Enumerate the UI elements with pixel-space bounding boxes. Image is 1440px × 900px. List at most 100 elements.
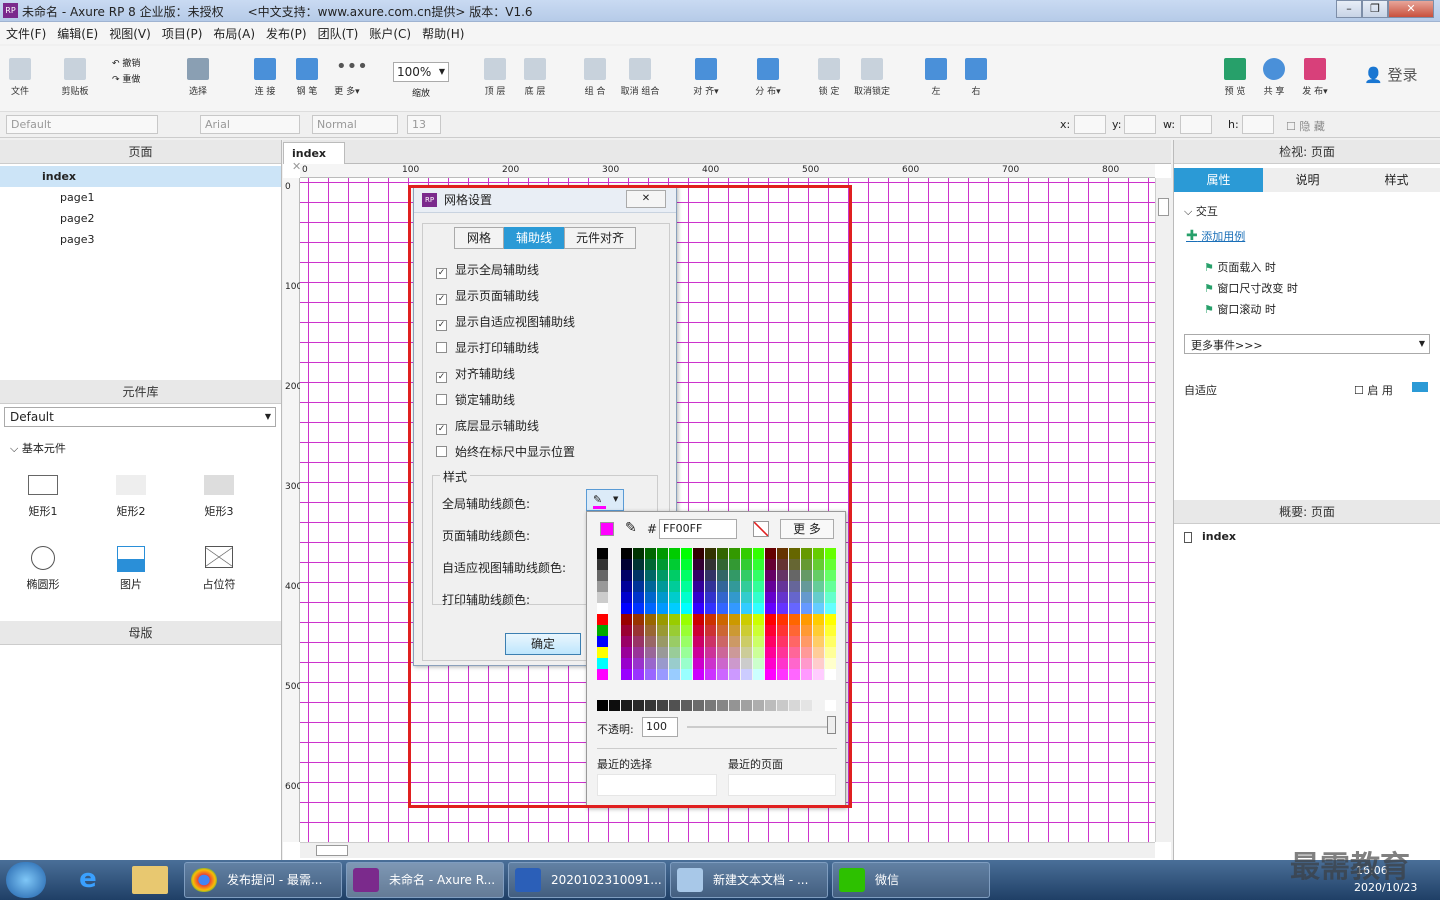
tab-style[interactable]: 样式	[1352, 168, 1440, 192]
menu-file[interactable]: 文件(F)	[0, 22, 51, 42]
file-icon	[9, 58, 31, 80]
page-page2[interactable]: page2	[0, 208, 281, 229]
more-button[interactable]: ••• 更 多▾	[330, 50, 368, 98]
lib-image[interactable]: 图片	[101, 546, 161, 592]
lib-ellipse[interactable]: 椭圆形	[13, 546, 73, 592]
event-page-load[interactable]: ⚑ 页面载入 时	[1204, 259, 1276, 275]
lock-button[interactable]: 锁 定	[814, 50, 844, 97]
adaptive-settings-icon[interactable]	[1412, 382, 1428, 392]
scroll-thumb[interactable]	[316, 845, 348, 856]
ruler-vertical: 0 100 200 300 400 500 600	[283, 178, 302, 842]
tab-notes[interactable]: 说明	[1263, 168, 1352, 192]
send-bottom-icon	[524, 58, 546, 80]
folder-icon[interactable]	[132, 866, 168, 894]
distribute-icon	[757, 58, 779, 80]
watermark: 最需教育	[1290, 850, 1410, 885]
share-button[interactable]: 共 享	[1259, 50, 1289, 97]
scroll-thumb[interactable]	[1158, 198, 1169, 216]
menu-project[interactable]: 项目(P)	[156, 22, 208, 42]
vertical-scrollbar[interactable]	[1155, 178, 1171, 842]
distribute-button[interactable]: 分 布▾	[752, 50, 784, 97]
event-icon: ⚑	[1204, 282, 1214, 295]
ie-icon[interactable]: e	[70, 864, 106, 896]
zoom-label: 缩放	[412, 89, 431, 99]
task-axure[interactable]: 未命名 - Axure R...	[346, 862, 504, 898]
clipboard-button[interactable]: 剪贴板	[58, 50, 92, 97]
start-button[interactable]	[6, 862, 46, 898]
select-button[interactable]: 选择	[178, 50, 218, 97]
masters-header: 母版	[0, 621, 281, 645]
event-icon: ⚑	[1204, 303, 1214, 316]
task-wechat[interactable]: 微信	[832, 862, 990, 898]
h-label: h:	[1228, 118, 1239, 131]
undo-button[interactable]: ↶ 撤销	[112, 56, 140, 69]
add-case-link[interactable]: ✚ 添加用例	[1186, 228, 1245, 244]
align-button[interactable]: 对 齐▾	[690, 50, 722, 97]
page-page1[interactable]: page1	[0, 187, 281, 208]
enable-adaptive-checkbox[interactable]: ☐ 启 用	[1354, 382, 1393, 398]
x-input[interactable]	[1074, 115, 1106, 134]
maximize-button[interactable]: ❐	[1362, 0, 1388, 18]
lib-rect3[interactable]: 矩形3	[189, 475, 249, 519]
group-button[interactable]: 组 合	[580, 50, 610, 97]
redo-button[interactable]: ↷ 重做	[112, 72, 140, 85]
preview-button[interactable]: 预 览	[1220, 50, 1250, 97]
library-select[interactable]: Default ▼	[4, 407, 276, 427]
outline-item-index[interactable]: index	[1184, 530, 1236, 543]
event-window-resize[interactable]: ⚑ 窗口尺寸改变 时	[1204, 280, 1298, 296]
more-events-select[interactable]: 更多事件>>> ▼	[1184, 334, 1430, 354]
menu-publish[interactable]: 发布(P)	[260, 22, 312, 42]
h-input[interactable]	[1242, 115, 1274, 134]
menu-help[interactable]: 帮助(H)	[416, 22, 469, 42]
connect-button[interactable]: 连 接	[250, 50, 280, 97]
interaction-section[interactable]: ⌵ 交互	[1184, 203, 1218, 219]
menu-view[interactable]: 视图(V)	[103, 22, 156, 42]
rect-icon	[28, 475, 58, 495]
horizontal-scrollbar[interactable]	[300, 842, 1155, 858]
menu-account[interactable]: 账户(C)	[363, 22, 416, 42]
menu-team[interactable]: 团队(T)	[312, 22, 364, 42]
login-button[interactable]: 👤 登录	[1364, 64, 1417, 85]
publish-button[interactable]: 发 布▾	[1298, 50, 1332, 97]
pen-icon	[296, 58, 318, 80]
left-button[interactable]: 左	[922, 50, 950, 97]
lib-rect1[interactable]: 矩形1	[13, 475, 73, 519]
menu-edit[interactable]: 编辑(E)	[51, 22, 103, 42]
font-select[interactable]: Arial	[200, 115, 300, 134]
left-icon	[925, 58, 947, 80]
unlock-button[interactable]: 取消锁定	[852, 50, 892, 97]
file-button[interactable]: 文件	[6, 50, 34, 97]
menu-layout[interactable]: 布局(A)	[207, 22, 260, 42]
right-button[interactable]: 右	[962, 50, 990, 97]
pages-header: 页面	[0, 140, 281, 164]
axure-icon	[353, 868, 379, 892]
y-input[interactable]	[1124, 115, 1156, 134]
task-word[interactable]: 2020102310091...	[508, 862, 666, 898]
left-panel: 页面 index page1 page2 page3 元件库 Default ▼ …	[0, 140, 282, 860]
pen-button[interactable]: 钢 笔	[292, 50, 322, 97]
word-icon	[515, 868, 541, 892]
tab-index[interactable]: index ✕	[283, 142, 345, 173]
event-window-scroll[interactable]: ⚑ 窗口滚动 时	[1204, 301, 1276, 317]
task-chrome[interactable]: 发布提问 - 最需...	[184, 862, 342, 898]
page-page3[interactable]: page3	[0, 229, 281, 250]
canvas-tabbar: index ✕	[283, 140, 1171, 173]
w-input[interactable]	[1180, 115, 1212, 134]
bring-top-button[interactable]: 顶 层	[480, 50, 510, 97]
ungroup-button[interactable]: 取消 组合	[618, 50, 662, 97]
page-index[interactable]: index	[0, 166, 281, 187]
library-group[interactable]: ⌵ 基本元件	[10, 440, 66, 456]
lib-placeholder[interactable]: 占位符	[189, 546, 249, 592]
size-select[interactable]: 13	[407, 115, 441, 134]
task-notepad[interactable]: 新建文本文档 - ...	[670, 862, 828, 898]
send-bottom-button[interactable]: 底 层	[520, 50, 550, 97]
hidden-checkbox[interactable]: ☐ 隐 藏	[1286, 118, 1325, 134]
lib-rect2[interactable]: 矩形2	[101, 475, 161, 519]
close-button[interactable]: ✕	[1388, 0, 1434, 18]
right-icon	[965, 58, 987, 80]
tab-properties[interactable]: 属性	[1174, 168, 1263, 192]
weight-select[interactable]: Normal	[312, 115, 398, 134]
zoom-select[interactable]: 100% ▼	[393, 62, 449, 82]
style-select[interactable]: Default	[6, 115, 158, 134]
minimize-button[interactable]: –	[1336, 0, 1362, 18]
